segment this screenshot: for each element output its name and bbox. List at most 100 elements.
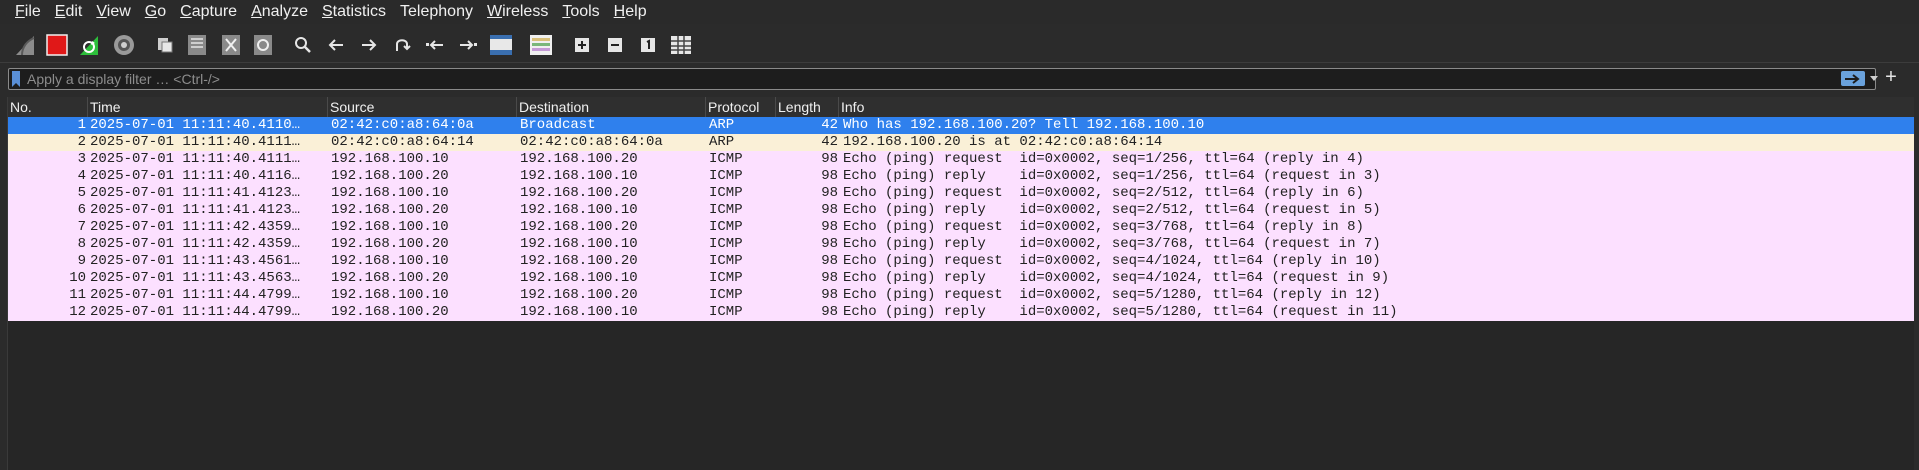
filter-bookmark-icon[interactable] bbox=[12, 71, 20, 87]
packet-info: Echo (ping) reply id=0x0002, seq=2/512, … bbox=[843, 202, 1381, 218]
packet-protocol: ICMP bbox=[709, 236, 743, 252]
packet-source: 192.168.100.20 bbox=[331, 236, 449, 252]
packet-list: No. Time Source Destination Protocol Len… bbox=[7, 97, 1914, 470]
column-header-info[interactable]: Info bbox=[839, 97, 1914, 117]
last-packet-icon[interactable] bbox=[455, 32, 481, 58]
packet-info: Echo (ping) request id=0x0002, seq=2/512… bbox=[843, 185, 1364, 201]
save-file-icon[interactable] bbox=[184, 32, 210, 58]
zoom-in-icon[interactable] bbox=[569, 32, 595, 58]
packet-protocol: ICMP bbox=[709, 202, 743, 218]
packet-row[interactable]: 1 2025-07-01 11:11:40.4110… 02:42:c0:a8:64… bbox=[8, 117, 1914, 134]
packet-row[interactable]: 11 2025-07-01 11:11:44.4799… 192.168.100.1… bbox=[8, 287, 1914, 304]
packet-length: 98 bbox=[821, 151, 838, 167]
column-header-length[interactable]: Length bbox=[776, 97, 839, 117]
packet-info: Echo (ping) request id=0x0002, seq=1/256… bbox=[843, 151, 1364, 167]
packet-time: 2025-07-01 11:11:42.4359… bbox=[90, 219, 301, 235]
first-packet-icon[interactable] bbox=[422, 32, 448, 58]
resize-columns-icon[interactable] bbox=[668, 32, 694, 58]
packet-number: 5 bbox=[77, 185, 86, 201]
packet-length: 98 bbox=[821, 202, 838, 218]
display-filter-input[interactable] bbox=[27, 69, 1827, 89]
menu-telephony[interactable]: Telephony bbox=[393, 0, 480, 24]
restart-capture-icon[interactable] bbox=[76, 32, 102, 58]
packet-row[interactable]: 10 2025-07-01 11:11:43.4563… 192.168.100.2… bbox=[8, 270, 1914, 287]
zoom-out-icon[interactable] bbox=[602, 32, 628, 58]
menu-edit[interactable]: Edit bbox=[48, 0, 90, 24]
packet-time: 2025-07-01 11:11:40.4111… bbox=[90, 151, 301, 167]
colorize-icon[interactable] bbox=[528, 32, 554, 58]
packet-protocol: ARP bbox=[709, 117, 735, 133]
packet-destination: Broadcast bbox=[520, 117, 596, 133]
packet-number: 10 bbox=[69, 270, 86, 286]
go-forward-icon[interactable] bbox=[356, 32, 382, 58]
packet-destination: 192.168.100.20 bbox=[520, 287, 638, 303]
packet-info: Echo (ping) reply id=0x0002, seq=3/768, … bbox=[843, 236, 1381, 252]
packet-row[interactable]: 6 2025-07-01 11:11:41.4123… 192.168.100.20… bbox=[8, 202, 1914, 219]
packet-time: 2025-07-01 11:11:43.4563… bbox=[90, 270, 301, 286]
filter-dropdown-icon[interactable] bbox=[1870, 76, 1878, 81]
reload-file-icon[interactable] bbox=[250, 32, 276, 58]
packet-source: 192.168.100.20 bbox=[331, 304, 449, 320]
add-filter-button-icon[interactable]: + bbox=[1880, 67, 1902, 89]
stop-capture-icon[interactable] bbox=[44, 32, 70, 58]
go-back-icon[interactable] bbox=[323, 32, 349, 58]
normal-size-icon[interactable] bbox=[635, 32, 661, 58]
capture-options-icon[interactable] bbox=[111, 32, 137, 58]
packet-source: 192.168.100.20 bbox=[331, 270, 449, 286]
column-header-no[interactable]: No. bbox=[8, 97, 88, 117]
packet-info: Echo (ping) reply id=0x0002, seq=1/256, … bbox=[843, 168, 1381, 184]
packet-time: 2025-07-01 11:11:44.4799… bbox=[90, 304, 301, 320]
column-header-time[interactable]: Time bbox=[88, 97, 328, 117]
menu-help[interactable]: Help bbox=[607, 0, 654, 24]
apply-filter-icon[interactable] bbox=[1841, 71, 1865, 86]
packet-row[interactable]: 9 2025-07-01 11:11:43.4561… 192.168.100.10… bbox=[8, 253, 1914, 270]
packet-number: 2 bbox=[77, 134, 86, 150]
packet-source: 192.168.100.20 bbox=[331, 202, 449, 218]
column-header-destination[interactable]: Destination bbox=[517, 97, 706, 117]
menu-view[interactable]: View bbox=[89, 0, 137, 24]
go-to-packet-icon[interactable] bbox=[389, 32, 415, 58]
packet-source: 02:42:c0:a8:64:0a bbox=[331, 117, 474, 133]
menu-go[interactable]: Go bbox=[138, 0, 173, 24]
packet-protocol: ICMP bbox=[709, 253, 743, 269]
packet-row[interactable]: 2 2025-07-01 11:11:40.4111… 02:42:c0:a8:64… bbox=[8, 134, 1914, 151]
column-header-protocol[interactable]: Protocol bbox=[706, 97, 776, 117]
packet-row[interactable]: 7 2025-07-01 11:11:42.4359… 192.168.100.10… bbox=[8, 219, 1914, 236]
menu-statistics[interactable]: Statistics bbox=[315, 0, 393, 24]
packet-length: 98 bbox=[821, 236, 838, 252]
packet-number: 3 bbox=[77, 151, 86, 167]
column-header-source[interactable]: Source bbox=[328, 97, 517, 117]
display-filter-bar: + bbox=[0, 66, 1919, 92]
packet-destination: 192.168.100.10 bbox=[520, 304, 638, 320]
menu-file[interactable]: File bbox=[0, 0, 48, 24]
start-capture-icon[interactable] bbox=[12, 32, 38, 58]
packet-destination: 192.168.100.10 bbox=[520, 202, 638, 218]
menu-wireless[interactable]: Wireless bbox=[480, 0, 555, 24]
packet-info: 192.168.100.20 is at 02:42:c0:a8:64:14 bbox=[843, 134, 1163, 150]
menu-tools[interactable]: Tools bbox=[555, 0, 606, 24]
packet-protocol: ICMP bbox=[709, 304, 743, 320]
menu-capture[interactable]: Capture bbox=[173, 0, 244, 24]
packet-length: 98 bbox=[821, 168, 838, 184]
packet-number: 9 bbox=[77, 253, 86, 269]
packet-protocol: ICMP bbox=[709, 219, 743, 235]
menu-bar: File Edit View Go Capture Analyze Statis… bbox=[0, 0, 1919, 24]
packet-row[interactable]: 8 2025-07-01 11:11:42.4359… 192.168.100.20… bbox=[8, 236, 1914, 253]
packet-source: 192.168.100.10 bbox=[331, 151, 449, 167]
packet-destination: 192.168.100.20 bbox=[520, 151, 638, 167]
close-file-icon[interactable] bbox=[218, 32, 244, 58]
menu-analyze[interactable]: Analyze bbox=[244, 0, 315, 24]
packet-info: Echo (ping) reply id=0x0002, seq=5/1280,… bbox=[843, 304, 1398, 320]
packet-destination: 192.168.100.20 bbox=[520, 185, 638, 201]
packet-destination: 192.168.100.20 bbox=[520, 253, 638, 269]
packet-row[interactable]: 12 2025-07-01 11:11:44.4799… 192.168.100.2… bbox=[8, 304, 1914, 321]
packet-row[interactable]: 4 2025-07-01 11:11:40.4116… 192.168.100.20… bbox=[8, 168, 1914, 185]
packet-info: Who has 192.168.100.20? Tell 192.168.100… bbox=[843, 117, 1205, 133]
packet-row[interactable]: 5 2025-07-01 11:11:41.4123… 192.168.100.10… bbox=[8, 185, 1914, 202]
find-packet-icon[interactable] bbox=[290, 32, 316, 58]
packet-number: 12 bbox=[69, 304, 86, 320]
open-file-icon[interactable] bbox=[152, 32, 178, 58]
packet-length: 98 bbox=[821, 219, 838, 235]
packet-row[interactable]: 3 2025-07-01 11:11:40.4111… 192.168.100.10… bbox=[8, 151, 1914, 168]
auto-scroll-icon[interactable] bbox=[488, 32, 514, 58]
